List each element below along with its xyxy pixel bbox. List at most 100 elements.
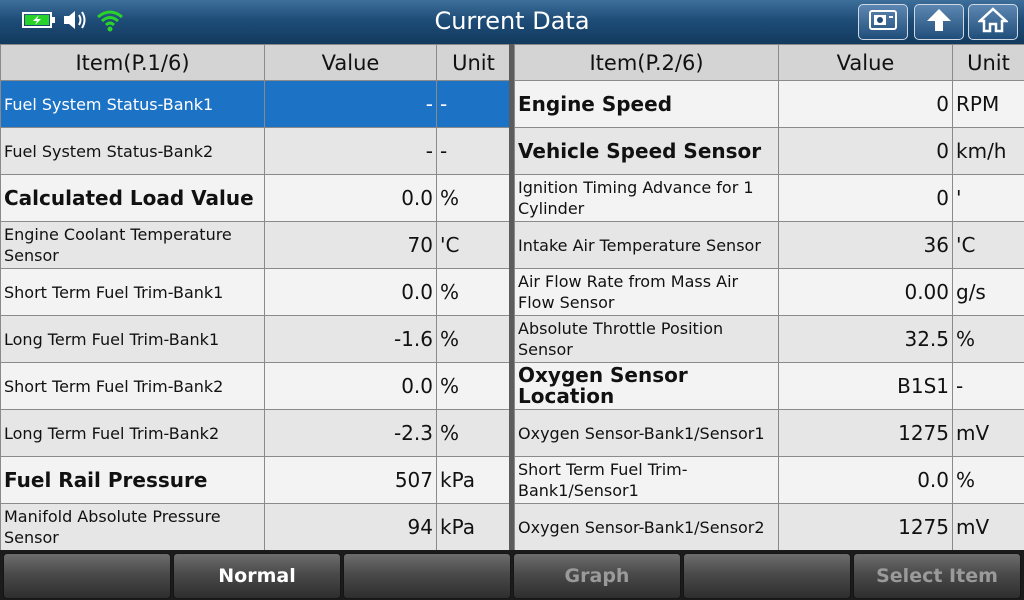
item-name: Air Flow Rate from Mass Air Flow Sensor xyxy=(514,268,779,316)
data-table-right: Item(P.2/6) Value Unit Engine Speed 0 RPM … xyxy=(514,44,1024,551)
item-name: Short Term Fuel Trim-Bank1 xyxy=(0,268,265,316)
table-row[interactable]: Oxygen Sensor Location B1S1- xyxy=(514,362,1024,410)
item-value: - xyxy=(264,80,437,128)
item-value: 0.0 xyxy=(264,268,437,316)
item-name: Engine Coolant Temperature Sensor xyxy=(0,221,265,269)
item-unit: 'C xyxy=(436,221,511,269)
item-name: Absolute Throttle Position Sensor xyxy=(514,315,779,363)
table-row[interactable]: Air Flow Rate from Mass Air Flow Sensor 0… xyxy=(514,268,1024,316)
item-name: Vehicle Speed Sensor xyxy=(514,127,779,175)
empty-button-3[interactable] xyxy=(683,553,851,599)
item-name: Fuel System Status-Bank1 xyxy=(0,80,265,128)
item-unit: g/s xyxy=(952,268,1024,316)
item-value: 0.00 xyxy=(778,268,953,316)
table-row[interactable]: Calculated Load Value 0.0% xyxy=(0,174,511,222)
table-row[interactable]: Intake Air Temperature Sensor 36 'C xyxy=(514,221,1024,269)
back-arrow-icon xyxy=(924,7,954,37)
table-row[interactable]: Fuel System Status-Bank2- - xyxy=(0,127,511,175)
table-row[interactable]: Oxygen Sensor-Bank1/Sensor2 1275 mV xyxy=(514,503,1024,551)
item-name: Ignition Timing Advance for 1 Cylinder xyxy=(514,174,779,222)
item-value: 0.0 xyxy=(264,362,437,410)
item-value: 0 xyxy=(778,80,953,128)
item-unit: - xyxy=(436,127,511,175)
item-name: Oxygen Sensor Location xyxy=(514,362,779,410)
table-row[interactable]: Fuel Rail Pressure 507 kPa xyxy=(0,456,511,504)
item-unit: km/h xyxy=(952,127,1024,175)
item-value: 94 xyxy=(264,503,437,551)
item-name: Oxygen Sensor-Bank1/Sensor2 xyxy=(514,503,779,551)
home-icon xyxy=(976,7,1010,37)
table-row[interactable]: Engine Coolant Temperature Sensor 70 'C xyxy=(0,221,511,269)
item-unit: - xyxy=(952,362,1024,410)
table-row[interactable]: Ignition Timing Advance for 1 Cylinder 0 ' xyxy=(514,174,1024,222)
item-unit: % xyxy=(436,409,511,457)
home-button[interactable] xyxy=(968,4,1018,40)
item-value: -1.6 xyxy=(264,315,437,363)
item-value: 1275 xyxy=(778,409,953,457)
item-name: Calculated Load Value xyxy=(0,174,265,222)
table-row[interactable]: Manifold Absolute Pressure Sensor 94 kPa xyxy=(0,503,511,551)
item-value: - xyxy=(264,127,437,175)
item-name: Short Term Fuel Trim-Bank1/Sensor1 xyxy=(514,456,779,504)
normal-button[interactable]: Normal xyxy=(173,553,341,599)
select-item-button[interactable]: Select Item xyxy=(853,553,1021,599)
empty-button-1[interactable] xyxy=(3,553,171,599)
item-name: Engine Speed xyxy=(514,80,779,128)
item-unit: % xyxy=(952,315,1024,363)
item-unit: RPM xyxy=(952,80,1024,128)
table-row[interactable]: Short Term Fuel Trim-Bank1/Sensor1 0.0% xyxy=(514,456,1024,504)
item-value: 0 xyxy=(778,127,953,175)
column-header-unit: Unit xyxy=(436,44,511,81)
item-value: -2.3 xyxy=(264,409,437,457)
column-header-item: Item(P.2/6) xyxy=(514,44,779,81)
data-table-left: Item(P.1/6) Value Unit Fuel System Statu… xyxy=(0,44,511,551)
item-unit: % xyxy=(436,315,511,363)
table-row[interactable]: Engine Speed 0 RPM xyxy=(514,80,1024,128)
item-value: 36 xyxy=(778,221,953,269)
item-name: Fuel Rail Pressure xyxy=(0,456,265,504)
snapshot-button[interactable] xyxy=(858,4,908,40)
item-value: B1S1 xyxy=(778,362,953,410)
graph-button[interactable]: Graph xyxy=(513,553,681,599)
item-unit: % xyxy=(952,456,1024,504)
item-name: Fuel System Status-Bank2 xyxy=(0,127,265,175)
item-unit: kPa xyxy=(436,503,511,551)
item-name: Long Term Fuel Trim-Bank1 xyxy=(0,315,265,363)
table-row[interactable]: Oxygen Sensor-Bank1/Sensor1 1275 mV xyxy=(514,409,1024,457)
snapshot-icon xyxy=(868,9,898,35)
item-name: Long Term Fuel Trim-Bank2 xyxy=(0,409,265,457)
empty-button-2[interactable] xyxy=(343,553,511,599)
column-header-unit: Unit xyxy=(952,44,1024,81)
item-name: Oxygen Sensor-Bank1/Sensor1 xyxy=(514,409,779,457)
column-header-item: Item(P.1/6) xyxy=(0,44,265,81)
item-unit: % xyxy=(436,268,511,316)
table-row[interactable]: Short Term Fuel Trim-Bank2 0.0% xyxy=(0,362,511,410)
table-row[interactable]: Fuel System Status-Bank1- - xyxy=(0,80,511,128)
item-unit: mV xyxy=(952,409,1024,457)
table-row[interactable]: Short Term Fuel Trim-Bank1 0.0% xyxy=(0,268,511,316)
item-value: 507 xyxy=(264,456,437,504)
item-value: 0.0 xyxy=(264,174,437,222)
table-row[interactable]: Absolute Throttle Position Sensor 32.5% xyxy=(514,315,1024,363)
item-unit: kPa xyxy=(436,456,511,504)
item-name: Short Term Fuel Trim-Bank2 xyxy=(0,362,265,410)
item-value: 1275 xyxy=(778,503,953,551)
table-row[interactable]: Long Term Fuel Trim-Bank2 -2.3% xyxy=(0,409,511,457)
item-unit: ' xyxy=(952,174,1024,222)
item-value: 0 xyxy=(778,174,953,222)
column-header-value: Value xyxy=(778,44,953,81)
item-name: Manifold Absolute Pressure Sensor xyxy=(0,503,265,551)
item-value: 70 xyxy=(264,221,437,269)
table-row[interactable]: Vehicle Speed Sensor 0 km/h xyxy=(514,127,1024,175)
item-unit: % xyxy=(436,362,511,410)
bottom-toolbar: Normal Graph Select Item xyxy=(0,550,1024,600)
item-value: 32.5 xyxy=(778,315,953,363)
title-bar: Current Data xyxy=(0,0,1024,45)
back-button[interactable] xyxy=(914,4,964,40)
table-row[interactable]: Long Term Fuel Trim-Bank1 -1.6% xyxy=(0,315,511,363)
item-unit: mV xyxy=(952,503,1024,551)
item-unit: - xyxy=(436,80,511,128)
item-unit: 'C xyxy=(952,221,1024,269)
item-value: 0.0 xyxy=(778,456,953,504)
item-name: Intake Air Temperature Sensor xyxy=(514,221,779,269)
